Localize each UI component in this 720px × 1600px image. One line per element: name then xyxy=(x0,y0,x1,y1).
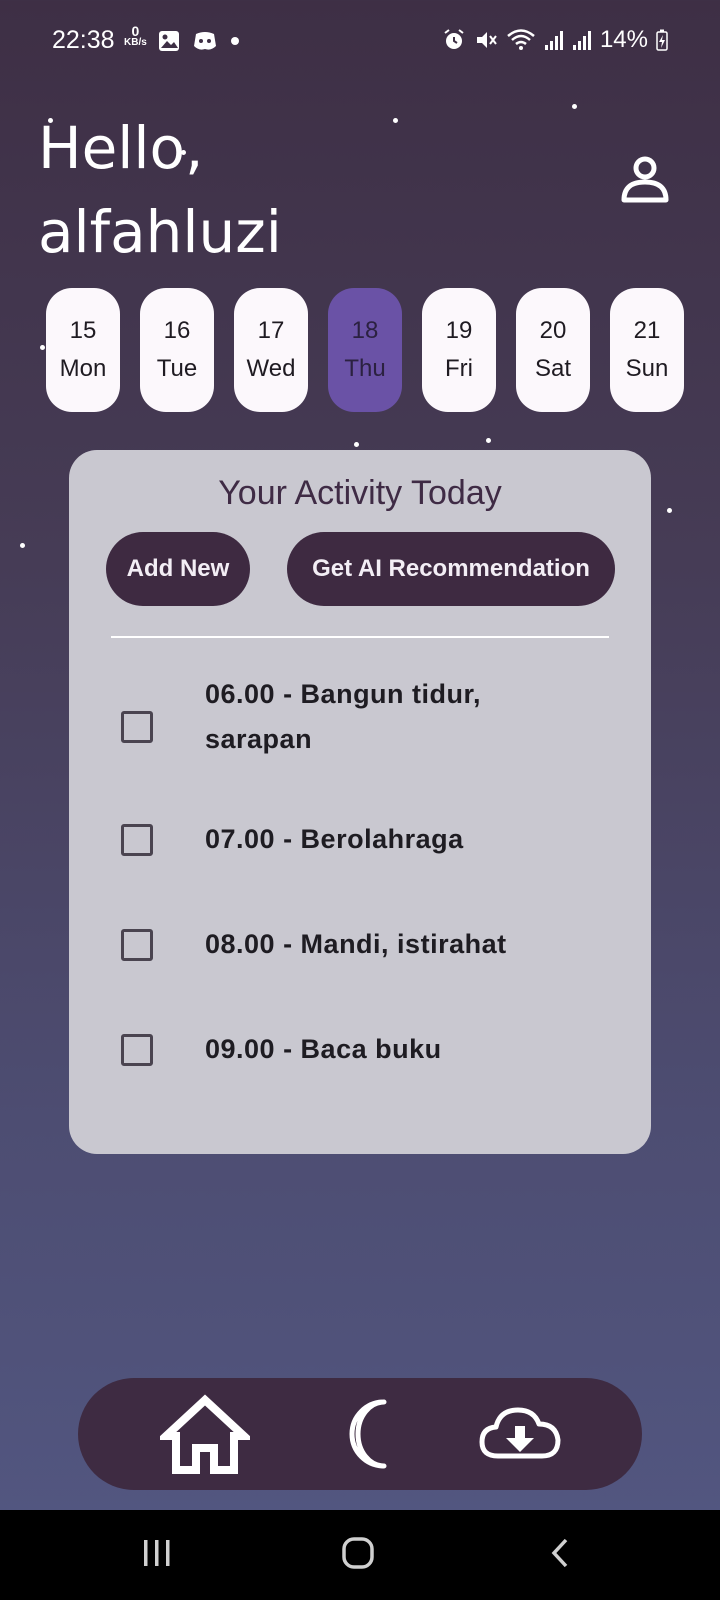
cloud-download-icon[interactable] xyxy=(478,1392,562,1476)
date-weekday: Fri xyxy=(445,355,473,382)
date-weekday: Mon xyxy=(59,355,107,382)
date-weekday: Sun xyxy=(625,355,669,382)
back-icon[interactable] xyxy=(548,1536,572,1570)
battery-percentage: 14% xyxy=(599,26,648,53)
moon-icon[interactable] xyxy=(340,1392,400,1476)
home-button-icon[interactable] xyxy=(340,1536,376,1570)
greeting-hello: Hello, xyxy=(38,114,204,182)
star-decoration xyxy=(393,118,398,123)
date-day: 18 xyxy=(351,317,379,344)
star-decoration xyxy=(40,345,45,350)
date-weekday: Tue xyxy=(156,355,198,382)
task-checkbox[interactable] xyxy=(121,711,153,743)
date-day: 15 xyxy=(69,317,97,344)
task-label: 08.00 - Mandi, istirahat xyxy=(205,929,507,959)
star-decoration xyxy=(20,543,25,548)
activity-card: Your Activity Today Add New Get AI Recom… xyxy=(69,450,651,1154)
star-decoration xyxy=(667,508,672,513)
task-checkbox[interactable] xyxy=(121,1034,153,1066)
network-speed-unit: KB/s xyxy=(124,37,147,48)
date-day: 19 xyxy=(445,317,473,344)
star-decoration xyxy=(572,104,577,109)
date-day: 20 xyxy=(539,317,567,344)
star-decoration xyxy=(486,438,491,443)
status-bar: 22:38 0 KB/s 14% xyxy=(0,0,720,84)
date-pill[interactable]: 19 Fri xyxy=(422,288,496,412)
system-status-icons: 14% xyxy=(442,26,668,54)
task-label: 09.00 - Baca buku xyxy=(205,1034,442,1064)
date-day: 21 xyxy=(633,317,661,344)
task-checkbox[interactable] xyxy=(121,824,153,856)
date-selector: 15 Mon 16 Tue 17 Wed 18 Thu 19 Fri 20 Sa… xyxy=(46,288,720,412)
date-pill[interactable]: 21 Sun xyxy=(610,288,684,412)
date-pill[interactable]: 16 Tue xyxy=(140,288,214,412)
profile-button[interactable] xyxy=(618,156,672,210)
task-label: 06.00 - Bangun tidur, sarapan xyxy=(205,679,482,754)
status-time: 22:38 xyxy=(52,26,115,54)
person-icon xyxy=(621,156,669,203)
add-new-button[interactable]: Add New xyxy=(106,532,250,606)
date-weekday: Sat xyxy=(534,355,572,382)
date-pill[interactable]: 20 Sat xyxy=(516,288,590,412)
date-day: 16 xyxy=(163,317,191,344)
divider xyxy=(111,636,609,638)
gallery-icon xyxy=(159,31,179,51)
notification-icons xyxy=(158,30,240,52)
star-decoration xyxy=(354,442,359,447)
discord-icon xyxy=(194,32,216,50)
signal-icon xyxy=(572,31,591,50)
task-label: 07.00 - Berolahraga xyxy=(205,824,464,854)
recent-apps-icon[interactable] xyxy=(140,1536,174,1570)
mute-icon xyxy=(476,32,497,48)
battery-charging-icon xyxy=(656,29,668,51)
date-day: 17 xyxy=(257,317,285,344)
alarm-icon xyxy=(444,29,464,49)
bottom-nav xyxy=(78,1378,642,1490)
wifi-icon xyxy=(507,29,535,50)
date-pill[interactable]: 17 Wed xyxy=(234,288,308,412)
system-navigation-bar xyxy=(0,1510,720,1600)
greeting: Hello, alfahluzi xyxy=(38,106,282,274)
network-speed: 0 KB/s xyxy=(124,23,147,48)
ai-recommendation-button[interactable]: Get AI Recommendation xyxy=(287,532,615,606)
home-icon[interactable] xyxy=(160,1392,250,1476)
signal-icon xyxy=(544,31,563,50)
network-speed-value: 0 xyxy=(131,23,140,39)
greeting-username: alfahluzi xyxy=(38,198,282,266)
date-pill[interactable]: 15 Mon xyxy=(46,288,120,412)
task-checkbox[interactable] xyxy=(121,929,153,961)
date-pill-selected[interactable]: 18 Thu xyxy=(328,288,402,412)
activity-title: Your Activity Today xyxy=(218,474,502,512)
dot-icon xyxy=(231,37,239,45)
date-weekday: Wed xyxy=(246,355,296,382)
date-weekday: Thu xyxy=(344,355,386,382)
